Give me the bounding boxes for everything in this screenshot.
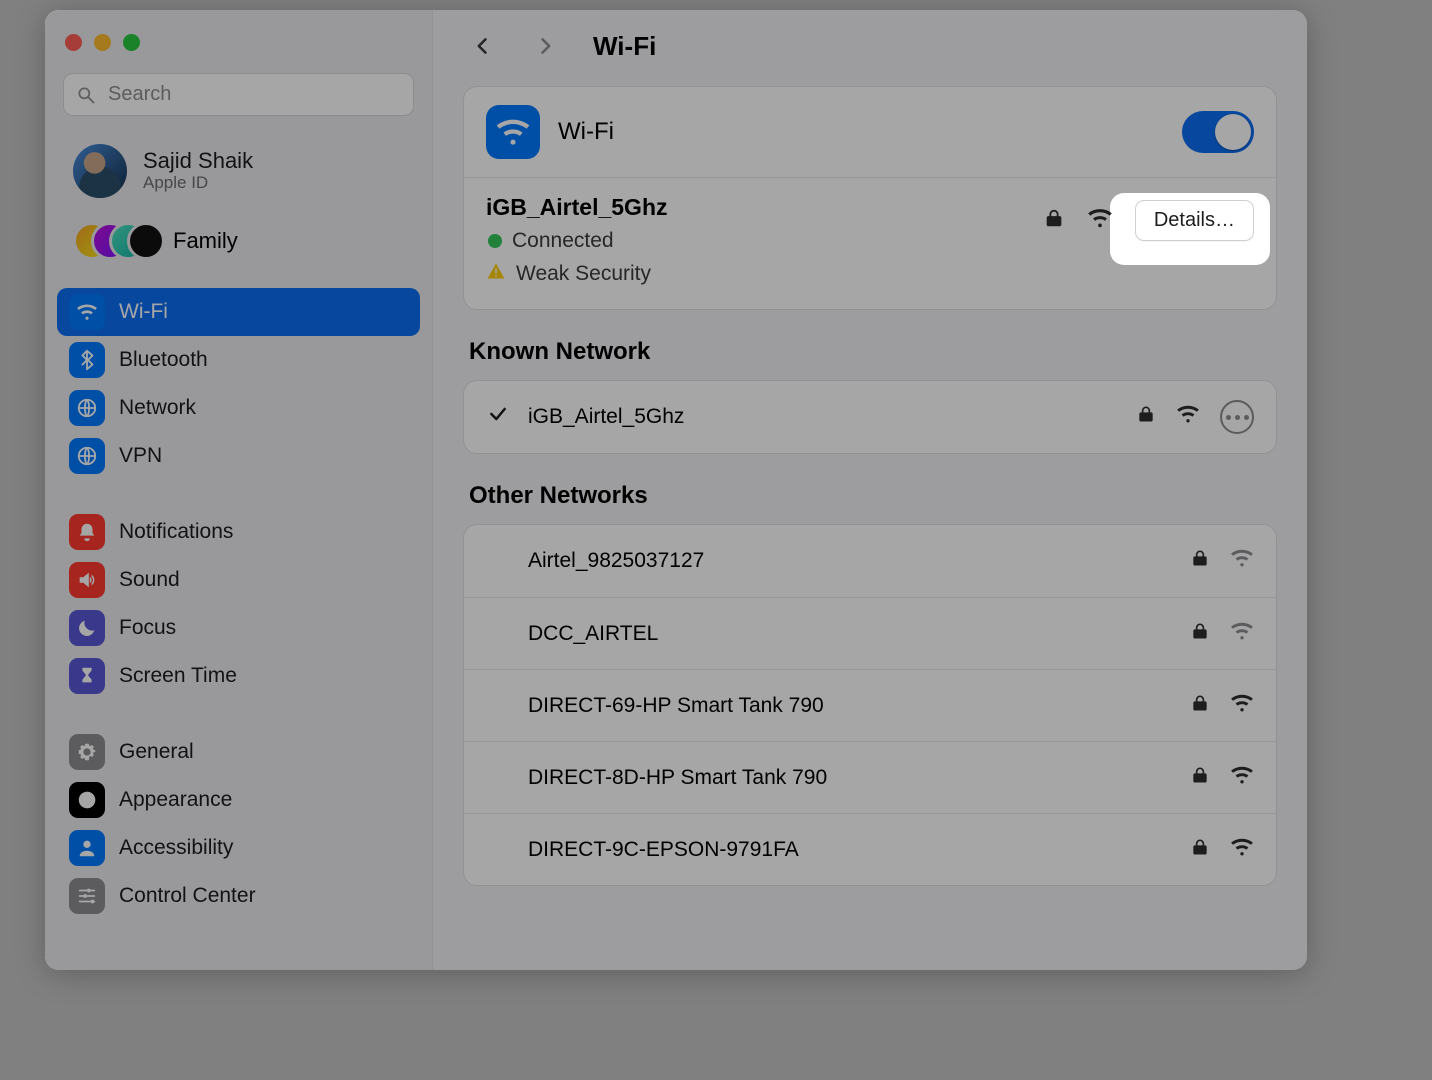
label: VPN — [119, 444, 162, 468]
sidebar-item-focus[interactable]: Focus — [57, 604, 420, 652]
network-name: iGB_Airtel_5Ghz — [528, 405, 1118, 429]
bluetooth-icon — [69, 342, 105, 378]
sidebar: Sajid Shaik Apple ID Family Wi-Fi Blueto… — [45, 10, 433, 970]
sidebar-search[interactable] — [63, 73, 414, 116]
known-networks-list: iGB_Airtel_5Ghz — [463, 380, 1277, 454]
section-known-title: Known Network — [469, 338, 1277, 366]
sidebar-item-sound[interactable]: Sound — [57, 556, 420, 604]
family-avatars — [73, 220, 159, 262]
wifi-signal-icon — [1230, 835, 1254, 865]
network-row[interactable]: DIRECT-9C-EPSON-9791FA — [464, 813, 1276, 885]
wifi-icon — [69, 294, 105, 330]
page-title: Wi-Fi — [593, 31, 656, 62]
wifi-toggle-label: Wi-Fi — [558, 118, 1164, 146]
label: General — [119, 740, 194, 764]
label: Appearance — [119, 788, 232, 812]
status-dot-icon — [488, 234, 502, 248]
settings-window: Sajid Shaik Apple ID Family Wi-Fi Blueto… — [45, 10, 1307, 970]
appearance-icon — [69, 782, 105, 818]
network-row[interactable]: DCC_AIRTEL — [464, 597, 1276, 669]
main-pane: Wi-Fi Wi-Fi iGB_Airtel_5Ghz Connected — [433, 10, 1307, 970]
user-sub: Apple ID — [143, 173, 253, 193]
sidebar-item-appearance[interactable]: Appearance — [57, 776, 420, 824]
wifi-signal-icon — [1087, 205, 1113, 236]
label: Screen Time — [119, 664, 237, 688]
wifi-icon — [486, 105, 540, 159]
current-network-name: iGB_Airtel_5Ghz — [486, 194, 1025, 221]
check-icon — [486, 404, 510, 430]
person-icon — [69, 830, 105, 866]
back-button[interactable] — [461, 24, 505, 68]
wifi-signal-icon — [1230, 619, 1254, 649]
wifi-signal-icon — [1230, 691, 1254, 721]
network-row[interactable]: DIRECT-8D-HP Smart Tank 790 — [464, 741, 1276, 813]
sound-icon — [69, 562, 105, 598]
sidebar-item-network[interactable]: Network — [57, 384, 420, 432]
sidebar-item-appleid[interactable]: Sajid Shaik Apple ID — [61, 136, 416, 206]
lock-icon — [1190, 837, 1210, 863]
hourglass-icon — [69, 658, 105, 694]
wifi-card: Wi-Fi iGB_Airtel_5Ghz Connected Weak Sec… — [463, 86, 1277, 310]
label: Wi-Fi — [119, 300, 168, 324]
fullscreen-window-button[interactable] — [123, 34, 140, 51]
family-label: Family — [173, 228, 238, 254]
sidebar-item-notifications[interactable]: Notifications — [57, 508, 420, 556]
toolbar: Wi-Fi — [433, 10, 1307, 76]
label: Focus — [119, 616, 176, 640]
sidebar-item-controlcenter[interactable]: Control Center — [57, 872, 420, 920]
search-input[interactable] — [106, 82, 401, 107]
label: Bluetooth — [119, 348, 208, 372]
wifi-toggle[interactable] — [1182, 111, 1254, 153]
wifi-signal-icon — [1230, 546, 1254, 576]
bell-icon — [69, 514, 105, 550]
lock-icon — [1190, 621, 1210, 647]
forward-button[interactable] — [523, 24, 567, 68]
lock-icon — [1190, 765, 1210, 791]
security-status: Weak Security — [516, 262, 651, 286]
connected-status: Connected — [512, 229, 614, 253]
sidebar-item-general[interactable]: General — [57, 728, 420, 776]
warning-icon — [486, 261, 506, 287]
sidebar-item-accessibility[interactable]: Accessibility — [57, 824, 420, 872]
network-name: DIRECT-8D-HP Smart Tank 790 — [528, 766, 1172, 790]
network-name: DIRECT-9C-EPSON-9791FA — [528, 838, 1172, 862]
network-row[interactable]: iGB_Airtel_5Ghz — [464, 381, 1276, 453]
network-row[interactable]: DIRECT-69-HP Smart Tank 790 — [464, 669, 1276, 741]
moon-icon — [69, 610, 105, 646]
network-name: DCC_AIRTEL — [528, 622, 1172, 646]
sidebar-item-family[interactable]: Family — [61, 212, 416, 270]
lock-icon — [1190, 693, 1210, 719]
network-icon — [69, 390, 105, 426]
sidebar-item-wifi[interactable]: Wi-Fi — [57, 288, 420, 336]
window-controls — [57, 28, 420, 73]
lock-icon — [1043, 207, 1065, 234]
search-icon — [76, 85, 96, 105]
minimize-window-button[interactable] — [94, 34, 111, 51]
user-name: Sajid Shaik — [143, 149, 253, 173]
vpn-icon — [69, 438, 105, 474]
label: Network — [119, 396, 196, 420]
network-name: DIRECT-69-HP Smart Tank 790 — [528, 694, 1172, 718]
sidebar-item-bluetooth[interactable]: Bluetooth — [57, 336, 420, 384]
user-avatar — [73, 144, 127, 198]
wifi-signal-icon — [1176, 402, 1200, 432]
label: Accessibility — [119, 836, 233, 860]
label: Control Center — [119, 884, 256, 908]
close-window-button[interactable] — [65, 34, 82, 51]
more-button[interactable] — [1220, 400, 1254, 434]
label: Notifications — [119, 520, 233, 544]
label: Sound — [119, 568, 180, 592]
sidebar-item-screentime[interactable]: Screen Time — [57, 652, 420, 700]
gear-icon — [69, 734, 105, 770]
other-networks-list: Airtel_9825037127 DCC_AIRTEL DIRECT-69-HP … — [463, 524, 1277, 886]
wifi-signal-icon — [1230, 763, 1254, 793]
network-row[interactable]: Airtel_9825037127 — [464, 525, 1276, 597]
sidebar-item-vpn[interactable]: VPN — [57, 432, 420, 480]
lock-icon — [1190, 548, 1210, 574]
network-name: Airtel_9825037127 — [528, 549, 1172, 573]
details-button[interactable]: Details… — [1135, 200, 1254, 241]
section-other-title: Other Networks — [469, 482, 1277, 510]
sliders-icon — [69, 878, 105, 914]
lock-icon — [1136, 404, 1156, 430]
